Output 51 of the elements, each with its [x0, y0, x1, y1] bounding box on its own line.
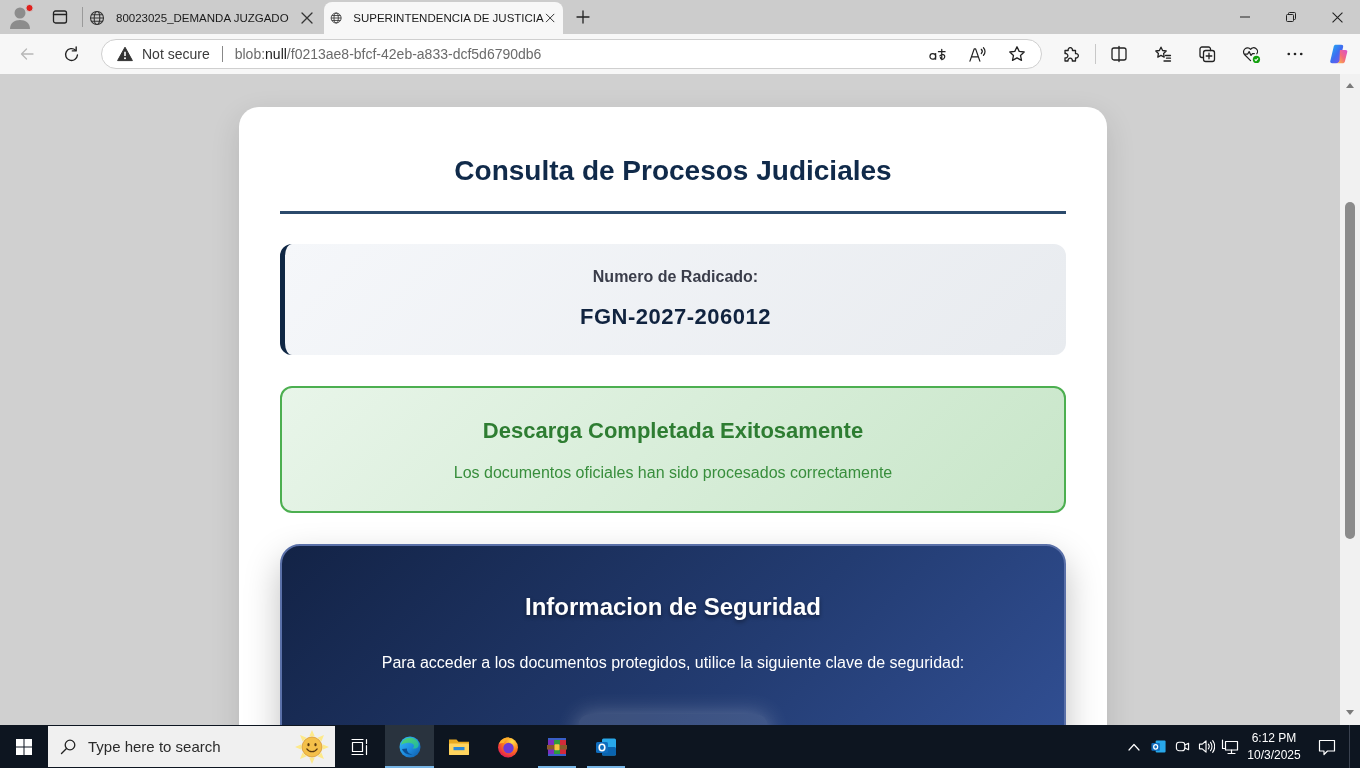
read-aloud-icon[interactable] [967, 45, 987, 63]
volume-icon[interactable] [1197, 739, 1215, 754]
browser-tab[interactable]: 80023025_DEMANDA JUZGADO [83, 2, 322, 34]
globe-icon [89, 10, 105, 26]
windows-logo-icon[interactable] [16, 738, 32, 755]
scroll-up-icon[interactable] [1346, 83, 1354, 88]
more-dots-icon[interactable] [1287, 52, 1303, 56]
security-title: Informacion de Seguridad [523, 592, 822, 622]
chevron-up-icon[interactable] [1128, 742, 1140, 751]
camera-icon[interactable] [1174, 739, 1190, 754]
clock-time[interactable]: 6:12 PM [1251, 729, 1297, 747]
task-view-icon[interactable] [350, 736, 370, 757]
scrollbar-thumb[interactable] [1345, 202, 1355, 539]
search-bar[interactable]: Type here to search [48, 726, 335, 767]
heart-pulse-check-icon[interactable] [1241, 44, 1261, 64]
url-text: blob:null/f0213ae8-bfcf-42eb-a833-dcf5d6790db6 [234, 46, 542, 62]
security-label[interactable]: Not secure [142, 46, 210, 62]
taskbar-button[interactable] [385, 725, 434, 768]
case-number-label: Numero de Radicado: [591, 267, 760, 287]
puzzle-piece-icon[interactable] [1062, 45, 1080, 63]
success-message: Los documentos oficiales han sido procesados correctamente [452, 463, 894, 483]
swirl-browser-icon [397, 734, 422, 759]
security-message: Para acceder a los documentos protegidos, utilice la siguiente clave de seguridad: [380, 653, 966, 673]
browser-tab[interactable]: SUPERINTENDENCIA DE JUSTICIA [324, 2, 563, 34]
plus-icon[interactable] [575, 9, 591, 25]
search-input[interactable]: Type here to search [88, 738, 295, 755]
collections-icon[interactable] [1198, 45, 1216, 63]
warning-icon[interactable] [117, 46, 133, 62]
scroll-down-icon[interactable] [1346, 710, 1354, 715]
restore-icon[interactable] [1286, 12, 1296, 22]
success-title: Descarga Completada Exitosamente [481, 417, 865, 445]
search-icon[interactable] [60, 738, 76, 755]
case-number-value: FGN-2027-206012 [579, 303, 772, 331]
mail-app-icon[interactable] [1149, 738, 1167, 755]
refresh-icon[interactable] [62, 45, 80, 63]
notification-icon[interactable] [1318, 737, 1336, 756]
close-icon[interactable] [299, 10, 315, 26]
copilot-swirl-icon[interactable] [1328, 43, 1350, 65]
tab-actions-icon[interactable] [52, 9, 68, 25]
split-screen-icon[interactable] [1110, 45, 1128, 63]
close-icon[interactable] [1331, 11, 1343, 23]
clock-date[interactable]: 10/3/2025 [1247, 746, 1301, 764]
address-bar[interactable]: Not secure blob:null/f0213ae8-bfcf-42eb-a833-dcf5d6790db6 [101, 39, 1042, 69]
profile-icon[interactable] [8, 3, 36, 31]
page-title: Consulta de Procesos Judiciales [453, 154, 893, 188]
network-monitor-icon[interactable] [1221, 738, 1239, 755]
favorites-icon[interactable] [1154, 45, 1172, 63]
star-icon[interactable] [1008, 45, 1026, 63]
smiley-sun-icon [295, 729, 329, 764]
scrollbar-track[interactable] [1340, 74, 1360, 725]
globe-icon [330, 10, 343, 26]
